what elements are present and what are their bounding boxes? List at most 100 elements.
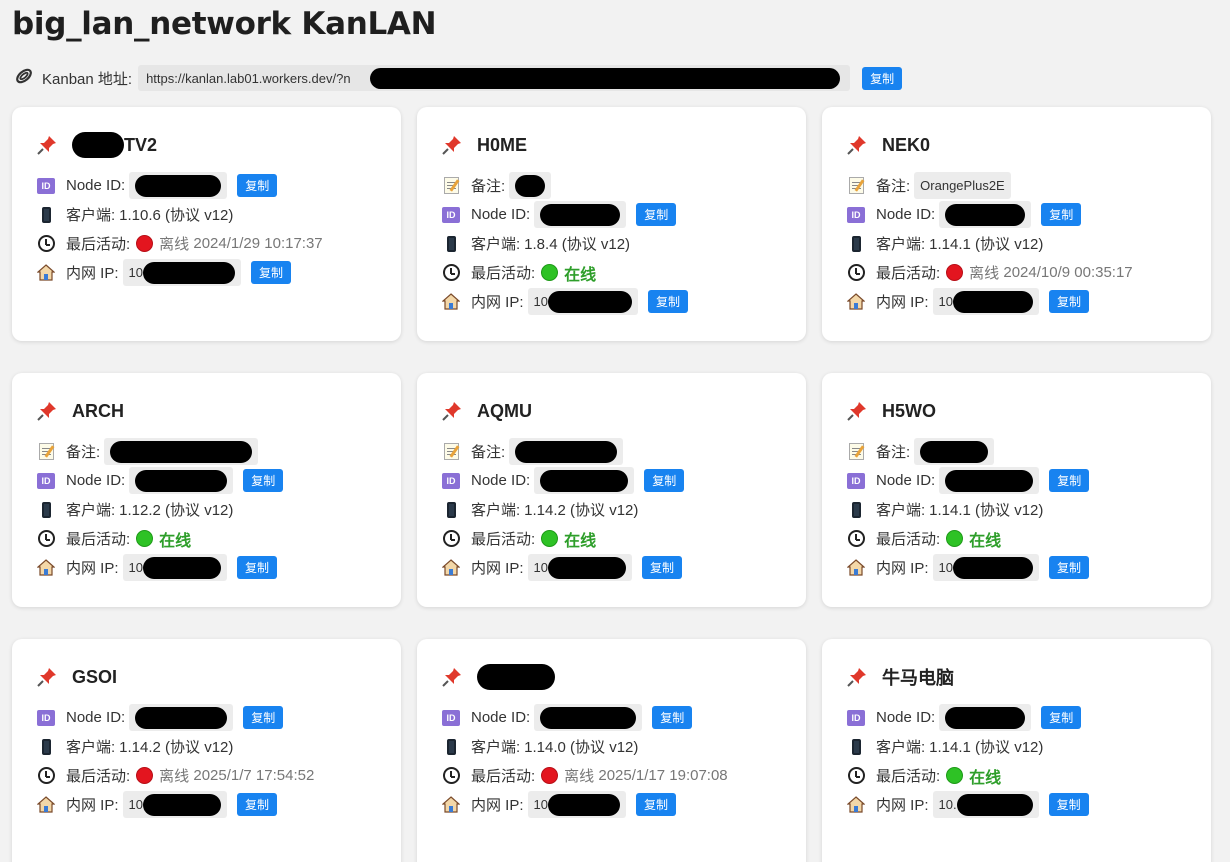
clock-icon (36, 235, 56, 253)
copy-node-id-button[interactable]: 复制 (1041, 706, 1082, 729)
mobile-phone-icon (36, 738, 56, 756)
client-row: 客户端: 1.12.2 (协议 v12) (36, 495, 377, 524)
red-circle-icon (946, 264, 964, 281)
copy-ip-button[interactable]: 复制 (1048, 793, 1089, 816)
pushpin-icon (441, 400, 463, 422)
pushpin-icon (846, 134, 868, 156)
note-row: 备注: (846, 437, 1187, 466)
house-icon (36, 796, 56, 814)
card-name: ARCH (72, 400, 124, 421)
client-row: 客户端: 1.8.4 (协议 v12) (441, 229, 782, 258)
memo-icon (846, 443, 866, 461)
lan-ip-value: 10 (122, 791, 227, 818)
card-title: H5WO (846, 397, 1187, 425)
card-name: H5WO (882, 400, 936, 421)
last-seen-time: 2025/1/7 17:54:52 (193, 767, 315, 784)
house-icon (846, 796, 866, 814)
copy-node-id-button[interactable]: 复制 (1041, 203, 1082, 226)
card-title: NEK0 (846, 131, 1187, 159)
id-icon: ID (36, 709, 56, 727)
mobile-phone-icon (441, 235, 461, 253)
client-version: 1.10.6 (协议 v12) (119, 207, 234, 224)
copy-node-id-button[interactable]: 复制 (237, 174, 278, 197)
lan-ip-row: 内网 IP: 10 复制 (846, 287, 1187, 316)
lan-ip-value: 10 (122, 259, 241, 286)
house-icon (36, 559, 56, 577)
offline-label: 离线 (969, 265, 1000, 282)
node-card: 牛马电脑 ID Node ID: 复制 客户端: 1.14.1 (协议 v12)… (822, 639, 1211, 862)
lan-ip-row: 内网 IP: 10. 复制 (846, 790, 1187, 819)
card-name: AQMU (477, 400, 532, 421)
copy-ip-button[interactable]: 复制 (250, 261, 291, 284)
last-active-row: 最后活动: 在线 (846, 761, 1187, 790)
copy-ip-button[interactable]: 复制 (236, 793, 277, 816)
card-name: NEK0 (882, 134, 931, 155)
copy-ip-button[interactable]: 复制 (236, 556, 277, 579)
online-label: 在线 (969, 532, 1002, 550)
pushpin-icon (36, 666, 58, 688)
node-card: AQMU 备注: ID Node ID: 复制 客户端: 1.14.2 (协议 … (417, 373, 806, 607)
lan-ip-value: 10 (527, 791, 626, 818)
copy-ip-button[interactable]: 复制 (1048, 556, 1089, 579)
clock-icon (441, 530, 461, 548)
note-value (509, 172, 552, 199)
offline-label: 离线 (159, 768, 190, 785)
last-active-row: 最后活动: 离线 2024/10/9 00:35:17 (846, 258, 1187, 287)
copy-node-id-button[interactable]: 复制 (243, 469, 284, 492)
node-id-row: ID Node ID: 复制 (36, 171, 377, 200)
note-row: 备注: (441, 171, 782, 200)
copy-node-id-button[interactable]: 复制 (652, 706, 693, 729)
clock-icon (441, 264, 461, 282)
copy-node-id-button[interactable]: 复制 (243, 706, 284, 729)
id-icon: ID (36, 177, 56, 195)
node-id-value (534, 201, 627, 228)
node-id-row: ID Node ID: 复制 (36, 703, 377, 732)
copy-ip-button[interactable]: 复制 (1048, 290, 1089, 313)
online-label: 在线 (564, 266, 597, 284)
redaction (72, 132, 124, 158)
client-version: 1.14.2 (协议 v12) (524, 502, 639, 519)
copy-url-button[interactable]: 复制 (862, 66, 903, 90)
mobile-phone-icon (441, 738, 461, 756)
lan-ip-value: 10 (527, 554, 632, 581)
node-id-row: ID Node ID: 复制 (846, 200, 1187, 229)
pushpin-icon (36, 400, 58, 422)
online-label: 在线 (564, 532, 597, 550)
card-name: 牛马电脑 (882, 668, 954, 688)
last-active-row: 最后活动: 在线 (846, 524, 1187, 553)
node-id-row: ID Node ID: 复制 (441, 466, 782, 495)
client-version: 1.8.4 (协议 v12) (524, 236, 631, 253)
node-card: ARCH 备注: ID Node ID: 复制 客户端: 1.12.2 (协议 … (12, 373, 401, 607)
lan-ip-row: 内网 IP: 10 复制 (846, 553, 1187, 582)
offline-label: 离线 (564, 768, 595, 785)
copy-ip-button[interactable]: 复制 (647, 290, 688, 313)
kanban-url-row: Kanban 地址: https://kanlan.lab01.workers.… (12, 64, 903, 92)
last-active-row: 最后活动: 离线 2025/1/17 19:07:08 (441, 761, 782, 790)
copy-ip-button[interactable]: 复制 (641, 556, 682, 579)
online-label: 在线 (159, 532, 192, 550)
client-row: 客户端: 1.14.2 (协议 v12) (36, 732, 377, 761)
note-row: 备注: (36, 437, 377, 466)
red-circle-icon (136, 235, 154, 252)
note-value (104, 438, 259, 465)
mobile-phone-icon (36, 501, 56, 519)
copy-node-id-button[interactable]: 复制 (1049, 469, 1090, 492)
client-version: 1.14.2 (协议 v12) (119, 739, 234, 756)
last-active-row: 最后活动: 在线 (441, 258, 782, 287)
pushpin-icon (441, 666, 463, 688)
id-icon: ID (441, 206, 461, 224)
kanban-url-field[interactable]: https://kanlan.lab01.workers.dev/?n (138, 65, 851, 91)
note-value (914, 438, 995, 465)
pushpin-icon (846, 400, 868, 422)
id-icon: ID (36, 472, 56, 490)
node-id-row: ID Node ID: 复制 (441, 703, 782, 732)
lan-ip-value: 10 (932, 288, 1039, 315)
client-row: 客户端: 1.14.1 (协议 v12) (846, 732, 1187, 761)
kanban-label: Kanban 地址: (42, 70, 133, 88)
pushpin-icon (36, 134, 58, 156)
copy-node-id-button[interactable]: 复制 (636, 203, 677, 226)
node-id-row: ID Node ID: 复制 (846, 703, 1187, 732)
card-name: GSOI (72, 666, 118, 687)
copy-node-id-button[interactable]: 复制 (644, 469, 685, 492)
copy-ip-button[interactable]: 复制 (635, 793, 676, 816)
